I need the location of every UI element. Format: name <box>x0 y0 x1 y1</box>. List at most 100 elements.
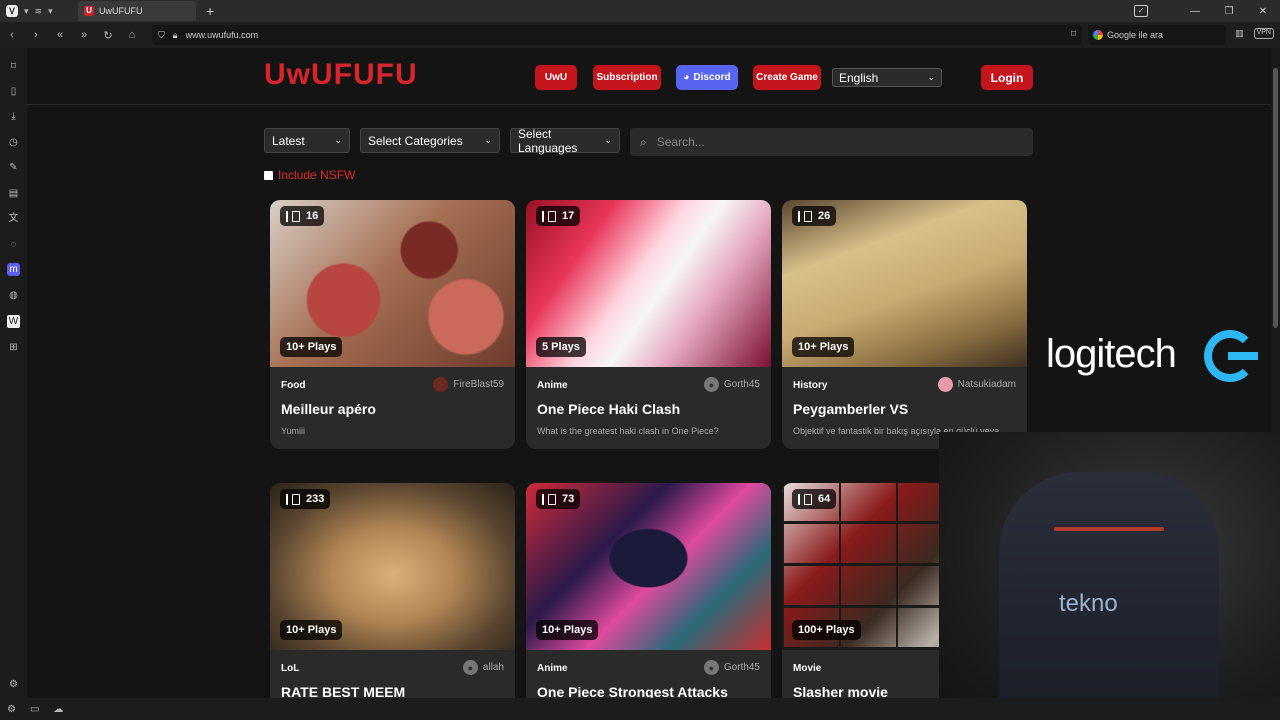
card-author[interactable]: ● allah <box>462 660 504 675</box>
game-card[interactable]: 233 10+ Plays LoL ● allah RATE BEST MEEM <box>270 483 515 698</box>
game-card[interactable]: 26 10+ Plays History Natsukiadam Peygamb… <box>782 200 1027 449</box>
bookmarks-icon[interactable]: ⌑ <box>7 60 20 73</box>
card-author[interactable]: ● Gorth45 <box>703 377 760 392</box>
language-value: English <box>839 70 879 85</box>
discord-button[interactable]: ◕ Discord <box>676 65 738 90</box>
avatar: ● <box>703 660 719 675</box>
discord-label: Discord <box>693 72 731 83</box>
lock-icon: 🔒︎ <box>172 29 178 40</box>
vivaldi-menu-icon[interactable]: V <box>6 5 18 17</box>
nsfw-checkbox[interactable] <box>264 170 273 180</box>
forward-button[interactable]: › <box>24 29 48 41</box>
item-count-badge: 73 <box>536 489 581 509</box>
reading-list-icon[interactable]: ▯ <box>7 85 20 98</box>
extension-icon[interactable]: ▥ <box>1235 28 1244 39</box>
card-author[interactable]: ● Gorth45 <box>703 660 760 675</box>
bookmark-icon[interactable]: ⌑ <box>1071 29 1076 40</box>
site-logo[interactable]: UwUFUFU <box>264 58 418 92</box>
author-name: Natsukiadam <box>957 379 1016 390</box>
item-count-badge: 64 <box>792 489 837 509</box>
mastodon-icon[interactable]: m <box>7 263 20 276</box>
categories-value: Select Categories <box>368 133 463 148</box>
game-card[interactable]: 17 5 Plays Anime ● Gorth45 One Piece Hak… <box>526 200 771 449</box>
chevron-down-icon: ⌄ <box>484 135 492 145</box>
logitech-wordmark: logitech <box>1046 332 1177 376</box>
window-panel-icon[interactable]: ▭ <box>30 704 39 715</box>
login-button[interactable]: Login <box>981 65 1033 90</box>
back-button[interactable]: ‹ <box>0 29 24 41</box>
add-panel-icon[interactable]: ⊞ <box>7 341 20 354</box>
wikipedia-icon[interactable]: W <box>7 315 20 328</box>
search-input[interactable]: ⌕ Search... <box>630 128 1033 156</box>
card-title: Meilleur apéro <box>281 401 376 417</box>
search-icon: ⌕ <box>640 134 647 149</box>
shield-icon[interactable]: ⛉ <box>158 30 165 41</box>
plays-badge: 10+ Plays <box>280 337 343 357</box>
uwu-button[interactable]: UwU <box>535 65 577 90</box>
subscription-button[interactable]: Subscription <box>593 65 661 90</box>
cards-icon <box>286 493 300 505</box>
item-count-badge: 233 <box>280 489 331 509</box>
item-count-badge: 16 <box>280 206 325 226</box>
cloud-sync-icon[interactable]: ☁ <box>53 704 63 715</box>
card-category: Food <box>281 380 306 391</box>
fast-forward-button[interactable]: » <box>72 29 96 41</box>
card-description: Yumiii <box>281 426 306 436</box>
languages-value: Select Languages <box>518 126 578 155</box>
translate-icon[interactable]: 文 <box>7 212 20 225</box>
author-name: allah <box>482 662 504 673</box>
card-title: Peygamberler VS <box>793 401 909 417</box>
browser-side-panel: ⌑ ▯ ⤓ ◷ ✎ ▤ 文 ◌ m ◍ W ⊞ ⚙ <box>0 48 27 698</box>
panel-toggle-icon[interactable]: ⚙ <box>7 704 16 715</box>
restore-button[interactable]: ❐ <box>1212 6 1246 17</box>
nsfw-toggle[interactable]: Include NSFW <box>264 168 355 182</box>
url-field[interactable]: ⛉ 🔒︎ www.uwufufu.com ⌑ <box>152 25 1082 45</box>
create-game-button[interactable]: Create Game <box>753 65 821 90</box>
avatar <box>937 377 953 392</box>
logitech-logo: logitech <box>1046 330 1266 390</box>
game-card[interactable]: 16 10+ Plays Food FireBlast59 Meilleur a… <box>270 200 515 449</box>
item-count: 64 <box>818 493 831 505</box>
downloads-icon[interactable]: ⤓ <box>7 110 20 123</box>
author-name: Gorth45 <box>723 379 760 390</box>
item-count-badge: 17 <box>536 206 581 226</box>
card-category: Movie <box>793 663 822 674</box>
rewind-button[interactable]: « <box>48 29 72 41</box>
close-window-button[interactable]: ✕ <box>1246 6 1280 17</box>
card-author[interactable]: FireBlast59 <box>433 377 504 392</box>
new-tab-button[interactable]: + <box>206 3 214 19</box>
tab-stack-icon[interactable]: ≋ <box>35 6 43 17</box>
calendar-icon[interactable]: ▤ <box>7 187 20 200</box>
chevron-down-icon[interactable]: ▾ <box>24 6 29 17</box>
discord-icon: ◕ <box>683 72 690 83</box>
game-card[interactable]: 73 10+ Plays Anime ● Gorth45 One Piece S… <box>526 483 771 698</box>
chevron-down-icon[interactable]: ▾ <box>48 6 53 17</box>
plays-badge: 10+ Plays <box>792 337 855 357</box>
notes-icon[interactable]: ✎ <box>7 161 20 174</box>
vpn-badge[interactable]: VPN <box>1253 28 1274 39</box>
card-author[interactable]: Natsukiadam <box>937 377 1016 392</box>
search-engine-field[interactable]: Google ile ara <box>1088 25 1226 45</box>
task-check-icon[interactable]: ✓ <box>1134 5 1148 17</box>
scrollbar-thumb[interactable] <box>1273 68 1278 328</box>
tab-uwufufu[interactable]: U UwUFUFU <box>78 1 196 21</box>
sort-select[interactable]: Latest ⌄ <box>264 128 350 153</box>
card-category: History <box>793 380 828 391</box>
url-text: www.uwufufu.com <box>185 30 259 40</box>
cards-icon <box>286 210 300 222</box>
categories-select[interactable]: Select Categories ⌄ <box>360 128 500 153</box>
chat-icon[interactable]: ◌ <box>7 238 20 251</box>
avatar: ● <box>703 377 719 392</box>
globe-icon[interactable]: ◍ <box>7 289 20 302</box>
settings-gear-icon[interactable]: ⚙ <box>7 678 20 691</box>
minimize-button[interactable]: — <box>1178 6 1212 17</box>
item-count: 16 <box>306 210 319 222</box>
language-select[interactable]: English ⌄ <box>832 68 942 87</box>
item-count: 233 <box>306 493 325 505</box>
reload-button[interactable]: ↻ <box>96 29 120 42</box>
history-icon[interactable]: ◷ <box>7 136 20 149</box>
languages-select[interactable]: Select Languages ⌄ <box>510 126 620 155</box>
home-button[interactable]: ⌂ <box>120 29 144 41</box>
chevron-down-icon: ⌄ <box>927 72 935 82</box>
card-category: Anime <box>537 380 568 391</box>
